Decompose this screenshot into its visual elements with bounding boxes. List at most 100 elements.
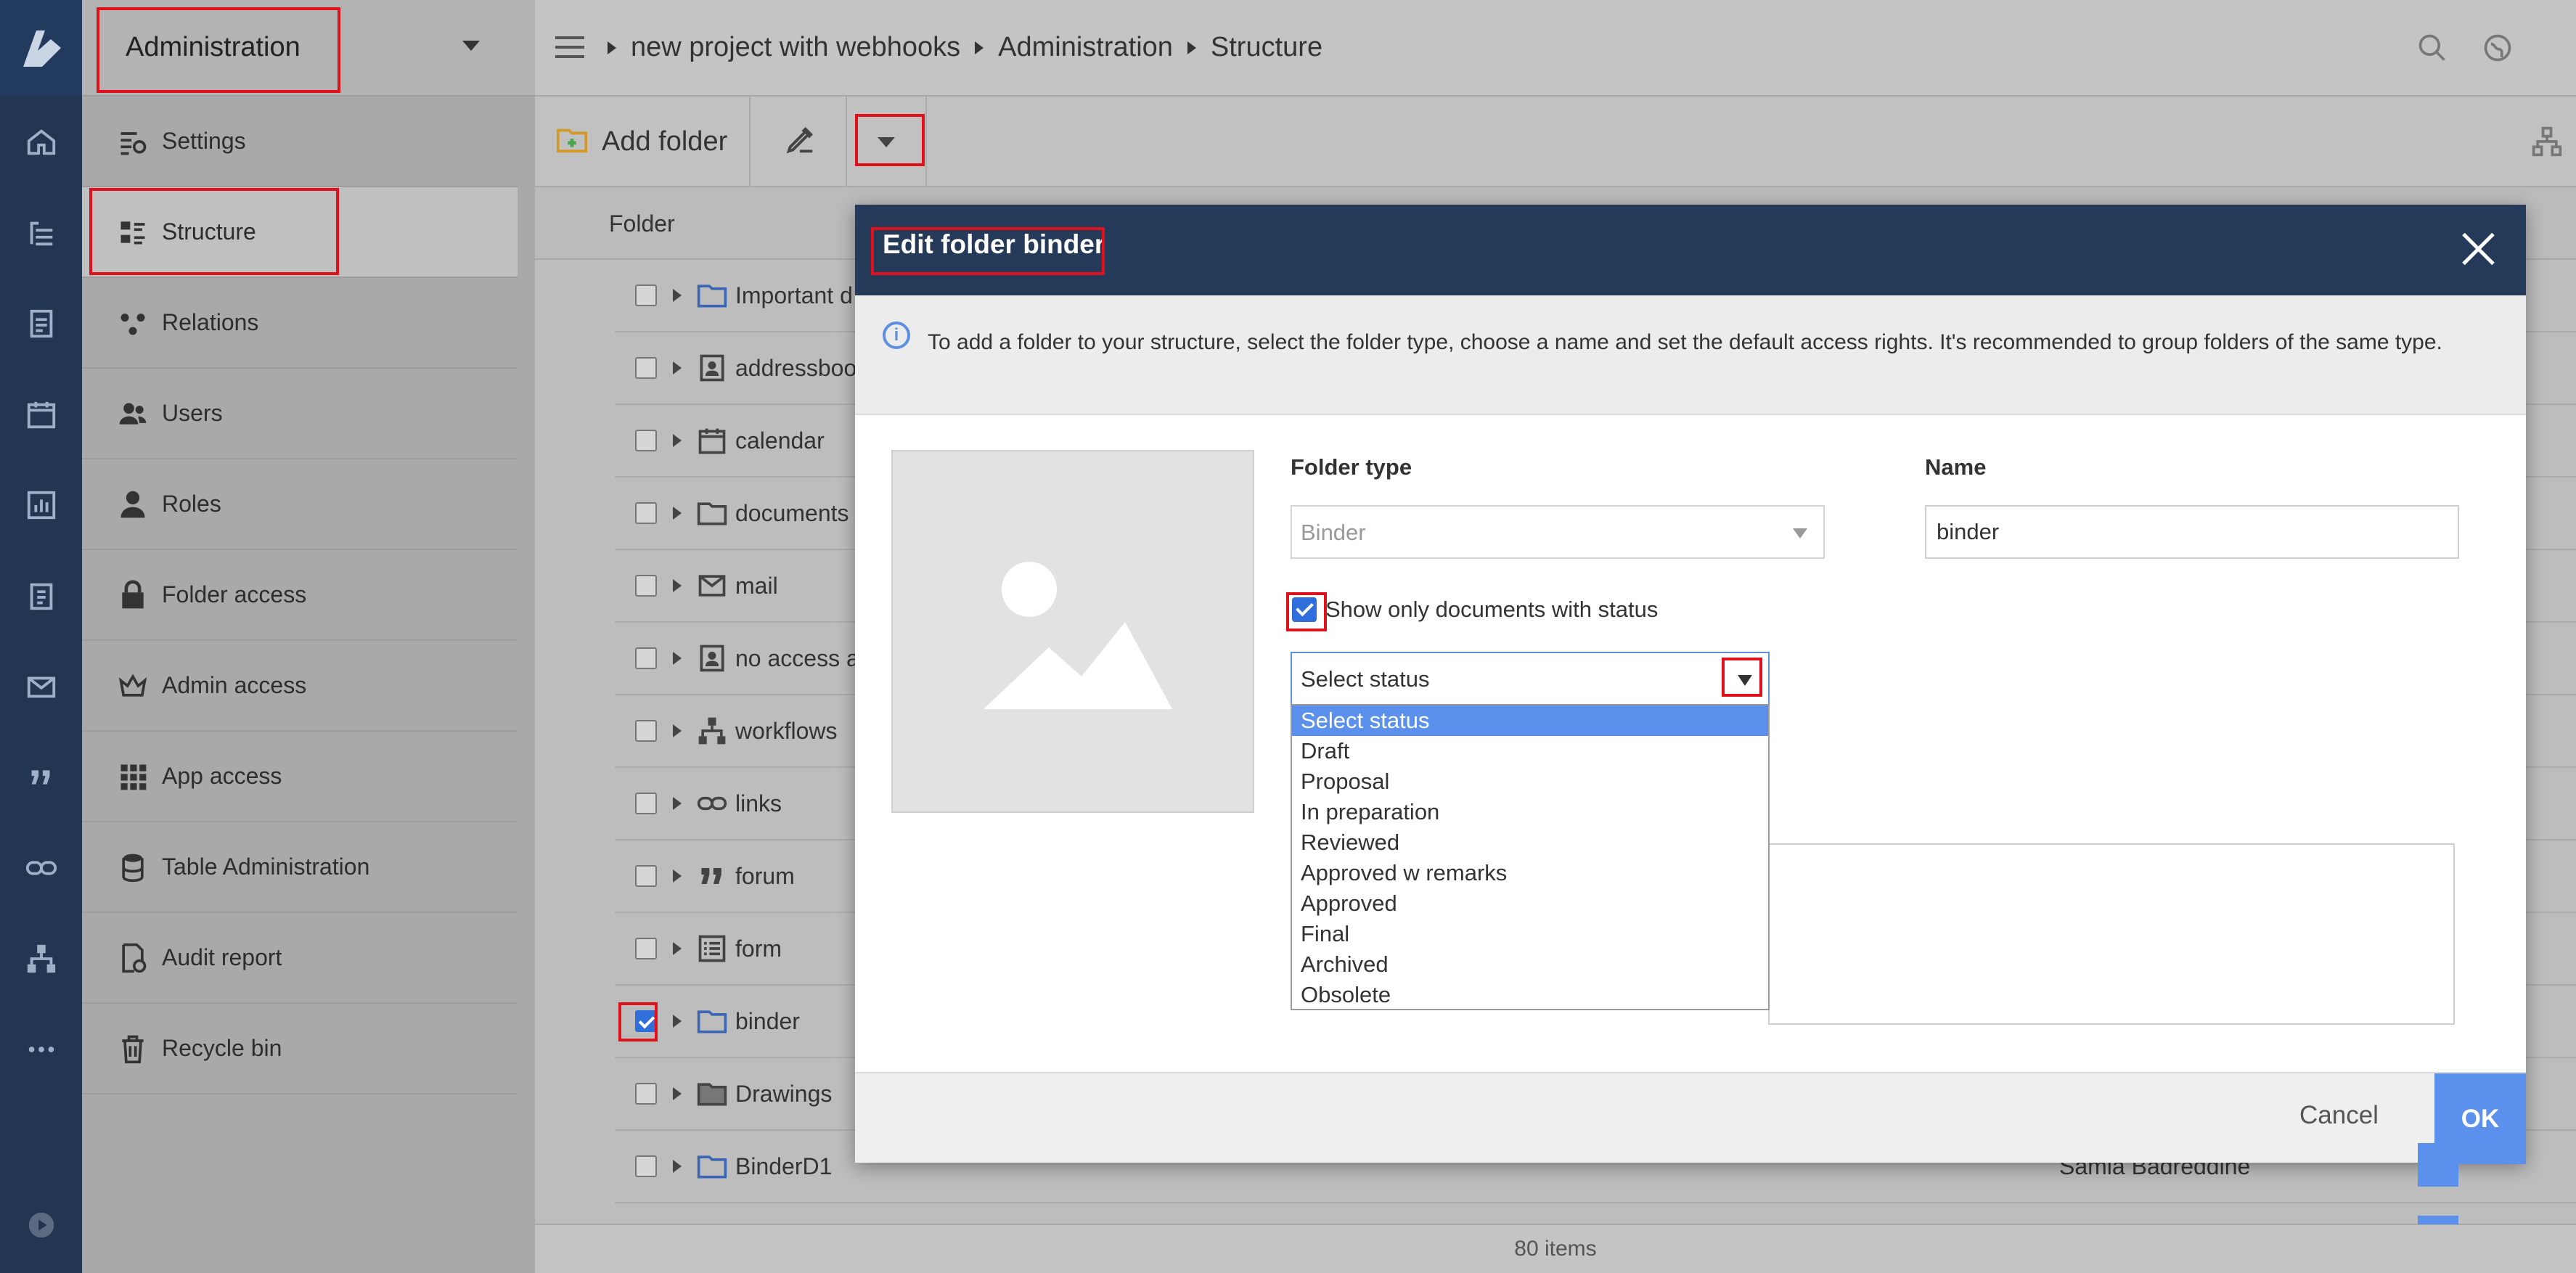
link-icon (696, 787, 728, 819)
folder-name: calendar (735, 427, 825, 454)
hamburger-menu-icon[interactable] (555, 36, 584, 58)
row-checkbox[interactable] (635, 1155, 657, 1177)
quote-icon (696, 860, 728, 892)
more-icon[interactable] (0, 1004, 82, 1094)
name-field[interactable] (1925, 505, 2459, 559)
row-checkbox[interactable] (635, 865, 657, 887)
link-icon[interactable] (0, 822, 82, 913)
folder-image-placeholder[interactable] (891, 450, 1254, 813)
expand-icon[interactable] (673, 1160, 682, 1173)
row-checkbox[interactable] (635, 647, 657, 669)
menu-item-app-access[interactable]: App access (82, 732, 518, 822)
search-icon[interactable] (2416, 32, 2448, 67)
row-checkbox[interactable] (635, 357, 657, 379)
chart-icon[interactable] (0, 459, 82, 550)
app-rail (0, 0, 82, 1273)
close-icon[interactable] (2462, 232, 2495, 266)
pen-icon (783, 123, 817, 160)
expand-icon[interactable] (673, 1015, 682, 1028)
expand-icon[interactable] (673, 942, 682, 955)
app-logo-icon[interactable] (0, 0, 82, 97)
workflow-icon[interactable] (2531, 126, 2563, 161)
row-action-button[interactable] (2418, 1216, 2458, 1224)
column-header-folder[interactable]: Folder (609, 210, 675, 237)
breadcrumb-item[interactable]: Administration (998, 32, 1173, 63)
expand-icon[interactable] (673, 289, 682, 302)
row-checkbox[interactable] (635, 793, 657, 814)
row-checkbox[interactable] (635, 285, 657, 306)
folder-type-select[interactable]: Binder (1291, 505, 1825, 559)
folder-name: links (735, 790, 782, 816)
expand-icon[interactable] (673, 1087, 682, 1100)
menu-item-settings[interactable]: Settings (82, 97, 518, 187)
row-checkbox[interactable] (635, 430, 657, 451)
status-option[interactable]: Approved w remarks (1292, 858, 1768, 888)
menu-item-table-administration[interactable]: Table Administration (82, 822, 518, 913)
highlight-box (1722, 658, 1762, 697)
menu-item-roles[interactable]: Roles (82, 459, 518, 550)
workflow-icon (696, 715, 728, 747)
row-checkbox[interactable] (635, 938, 657, 959)
status-option[interactable]: Approved (1292, 888, 1768, 919)
row-checkbox[interactable] (635, 720, 657, 742)
addressbook-icon[interactable] (0, 278, 82, 369)
menu-item-label: Settings (162, 128, 246, 154)
chevron-down-icon[interactable] (462, 41, 480, 51)
status-option[interactable]: Proposal (1292, 766, 1768, 797)
breadcrumb-item[interactable]: new project with webhooks (631, 32, 960, 63)
expand-icon[interactable] (673, 579, 682, 592)
status-option[interactable]: Draft (1292, 736, 1768, 766)
status-select[interactable]: Select status (1291, 652, 1770, 705)
row-action-button[interactable] (2418, 1143, 2458, 1187)
workflow-icon[interactable] (0, 913, 82, 1004)
menu-item-admin-access[interactable]: Admin access (82, 641, 518, 732)
folder-type-label: Folder type (1291, 454, 1412, 480)
info-icon: i (883, 322, 910, 349)
row-checkbox[interactable] (635, 575, 657, 597)
home-icon[interactable] (0, 97, 82, 187)
expand-icon[interactable] (673, 434, 682, 447)
cancel-button[interactable]: Cancel (2299, 1101, 2379, 1130)
show-status-option[interactable]: Show only documents with status (1292, 597, 1658, 623)
highlight-box (871, 227, 1105, 275)
tree-icon[interactable] (0, 187, 82, 278)
description-field[interactable] (1768, 843, 2455, 1025)
folder-icon (696, 1150, 728, 1182)
globe-icon[interactable] (2482, 32, 2514, 67)
toolbar: Add folder (535, 97, 2576, 187)
edit-button[interactable] (754, 97, 847, 187)
row-checkbox[interactable] (635, 1083, 657, 1105)
folder-name: addressboo (735, 354, 857, 381)
status-option[interactable]: Select status (1292, 705, 1768, 736)
menu-item-audit-report[interactable]: Audit report (82, 913, 518, 1004)
expand-icon[interactable] (673, 361, 682, 374)
mail-icon[interactable] (0, 641, 82, 732)
menu-item-users[interactable]: Users (82, 369, 518, 459)
breadcrumb-item[interactable]: Structure (1211, 32, 1322, 63)
folder-icon (696, 497, 728, 529)
expand-icon[interactable] (673, 724, 682, 737)
folder-name: forum (735, 862, 795, 889)
menu-item-folder-access[interactable]: Folder access (82, 550, 518, 641)
menu-item-relations[interactable]: Relations (82, 278, 518, 369)
folder-name: documents (735, 499, 849, 526)
expand-icon[interactable] (673, 507, 682, 520)
expand-icon[interactable] (673, 869, 682, 883)
menu-item-label: Admin access (162, 672, 307, 698)
add-folder-button[interactable]: Add folder (555, 97, 751, 187)
menu-item-recycle-bin[interactable]: Recycle bin (82, 1004, 518, 1094)
status-option[interactable]: Archived (1292, 949, 1768, 980)
status-option[interactable]: Reviewed (1292, 827, 1768, 858)
row-checkbox[interactable] (635, 502, 657, 524)
breadcrumb: new project with webhooks Administration… (608, 32, 1322, 63)
status-option[interactable]: Obsolete (1292, 980, 1768, 1010)
calendar-icon[interactable] (0, 369, 82, 459)
expand-icon[interactable] (673, 797, 682, 810)
clipboard-icon[interactable] (0, 550, 82, 641)
status-option[interactable]: In preparation (1292, 797, 1768, 827)
quote-icon[interactable] (0, 732, 82, 822)
info-banner: i To add a folder to your structure, sel… (855, 295, 2526, 415)
expand-icon[interactable] (673, 652, 682, 665)
status-option[interactable]: Final (1292, 919, 1768, 949)
play-icon[interactable] (0, 1179, 82, 1270)
